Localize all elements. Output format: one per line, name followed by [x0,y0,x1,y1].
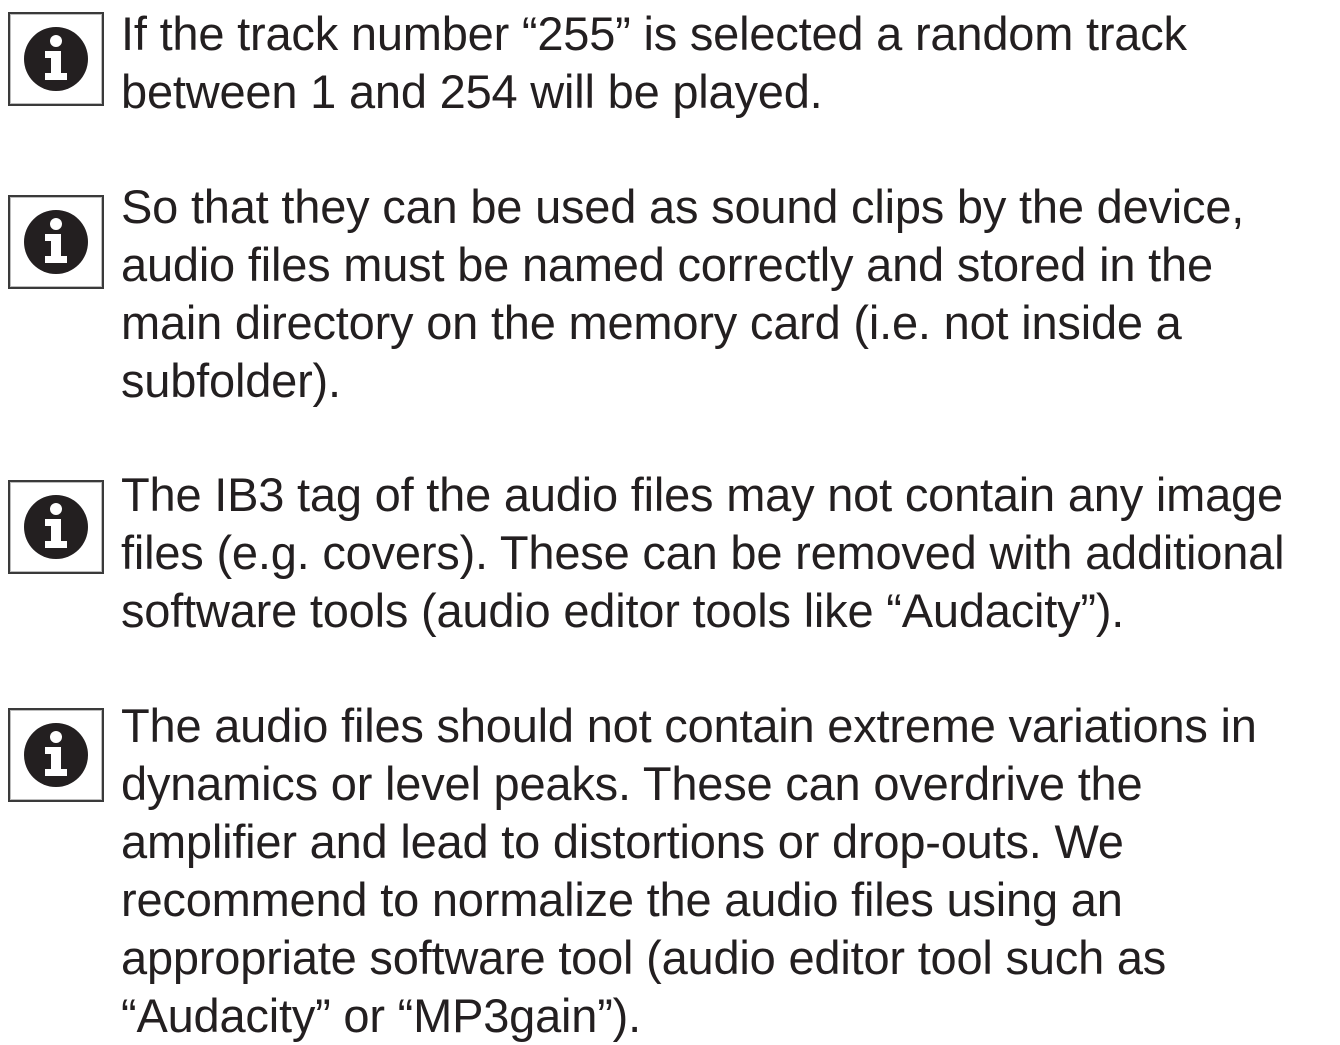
info-icon-glyph [24,723,88,787]
note-text: The IB3 tag of the audio files may not c… [121,468,1285,637]
note-text: If the track number “255” is selected a … [121,7,1187,118]
note-text: The audio files should not contain extre… [121,699,1257,1042]
info-icon-glyph [24,27,88,91]
note-text: So that they can be used as sound clips … [121,180,1245,407]
info-icon [8,708,104,802]
info-icon-glyph [24,210,88,274]
info-icon-glyph [24,495,88,559]
info-icon [8,195,104,289]
info-icon [8,480,104,574]
info-icon [8,12,104,106]
